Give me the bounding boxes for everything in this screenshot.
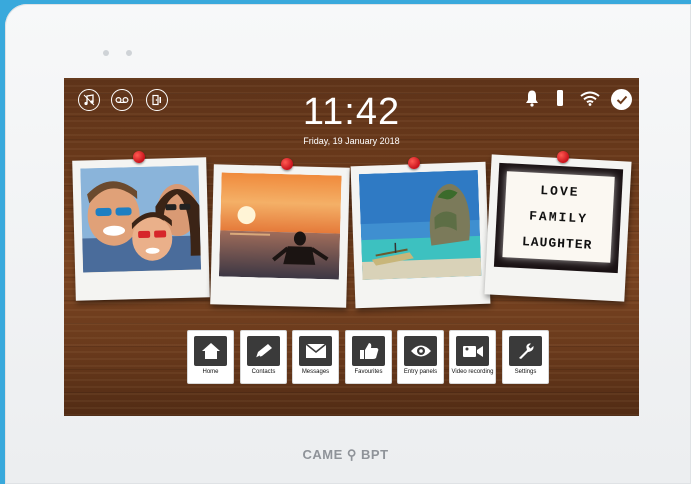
video-camera-icon [456,336,489,366]
clock-date: Friday, 19 January 2018 [303,136,400,146]
favourites-label: Favourites [354,369,383,375]
entry-panels-button[interactable]: Entry panels [397,330,444,384]
red-pin-icon [408,157,420,169]
clock-time: 11:42 [302,91,401,133]
photo-sunset[interactable] [210,164,350,308]
home-icon [194,336,227,366]
sensor-dot [103,50,109,56]
sign-line: LOVE [539,182,580,200]
messages-label: Messages [301,369,330,375]
bell-icon[interactable] [525,89,539,107]
sign-line: FAMILY [528,207,589,227]
settings-button[interactable]: Settings [502,330,549,384]
red-pin-icon [557,151,569,163]
settings-label: Settings [514,369,537,375]
photo-lightbox[interactable]: LOVE FAMILY LAUGHTER [484,154,632,302]
red-pin-icon [281,158,293,170]
eye-icon [404,336,437,366]
sign-line: LAUGHTER [521,233,593,253]
check-icon[interactable] [611,89,632,110]
thumbs-up-icon [352,336,385,366]
wrench-icon [509,336,542,366]
red-pin-icon [133,151,145,163]
photo-family[interactable] [72,157,210,301]
lightbox-sign: LOVE FAMILY LAUGHTER [502,171,615,263]
video-recording-label: Video recording [451,369,494,375]
photo-beach[interactable] [350,161,491,309]
sensor-dot [126,50,132,56]
home-label: Home [202,369,219,375]
family-selfie-image [80,165,202,273]
contacts-button[interactable]: Contacts [240,330,287,384]
phone-handset-icon[interactable] [556,89,564,107]
entry-panels-label: Entry panels [403,369,438,375]
messages-button[interactable]: Messages [292,330,339,384]
home-button[interactable]: Home [187,330,234,384]
envelope-icon [299,336,332,366]
contacts-label: Contacts [251,369,276,375]
favourites-button[interactable]: Favourites [345,330,392,384]
sunset-swimmer-image [218,172,342,280]
tropical-beach-image [358,169,482,281]
brand-logo: CAME ⚲ BPT [302,447,389,462]
contacts-icon [247,336,280,366]
video-recording-button[interactable]: Video recording [449,330,496,384]
wifi-icon [580,91,600,106]
touch-screen: 11:42 Friday, 19 January 2018 LOVE FAMIL… [64,78,639,416]
